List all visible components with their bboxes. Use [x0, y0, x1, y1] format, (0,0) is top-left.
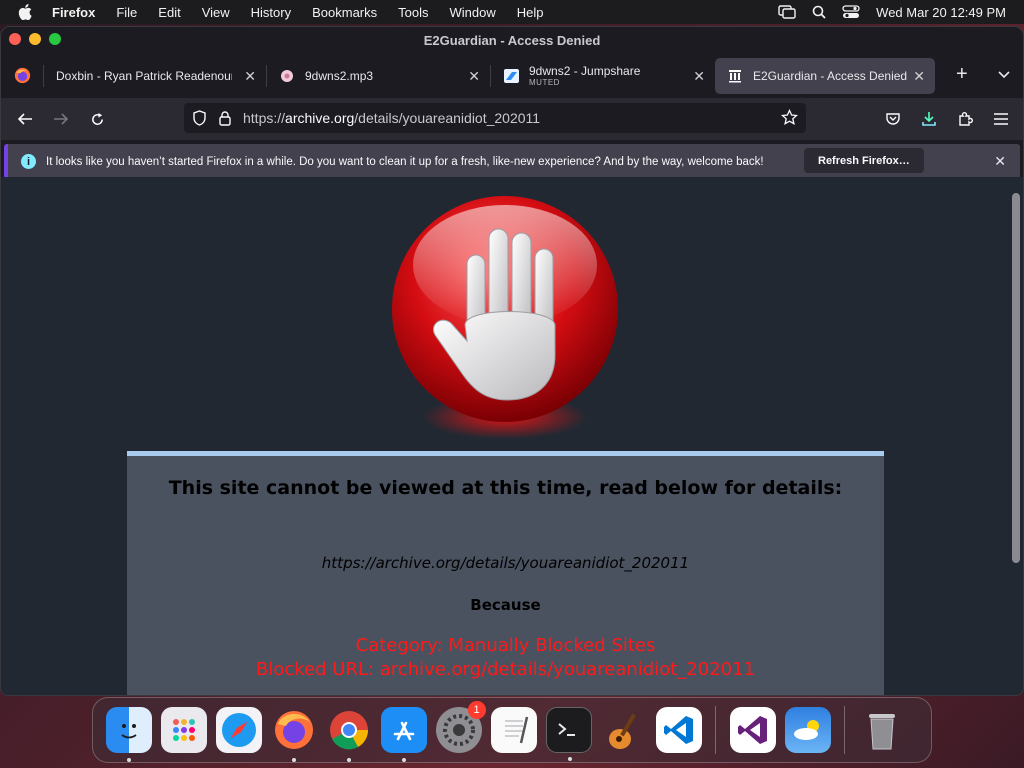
jumpshare-icon	[503, 68, 519, 84]
menu-app-name[interactable]: Firefox	[52, 5, 95, 20]
tab-title: E2Guardian - Access Denied	[753, 68, 908, 83]
close-tab-icon[interactable]: ✕	[244, 68, 256, 85]
firefox-view-button[interactable]	[1, 67, 43, 84]
extensions-puzzle-icon[interactable]	[955, 109, 975, 129]
because-label: Because	[470, 596, 541, 614]
blocked-url: https://archive.org/details/youareanidio…	[321, 554, 690, 572]
window-titlebar: E2Guardian - Access Denied	[1, 27, 1023, 53]
notification-message: It looks like you haven’t started Firefo…	[46, 155, 764, 168]
tab-jumpshare[interactable]: 9dwns2 - Jumpshare MUTED ✕	[491, 58, 715, 94]
dock-app-store-icon[interactable]	[380, 707, 427, 762]
page-content: This site cannot be viewed at this time,…	[1, 177, 1023, 695]
menu-tools[interactable]: Tools	[398, 5, 428, 20]
control-center-icon[interactable]	[842, 5, 860, 19]
minimize-window-button[interactable]	[29, 33, 41, 45]
new-tab-plus-icon[interactable]: +	[956, 64, 968, 84]
menu-help[interactable]: Help	[517, 5, 544, 20]
url-text[interactable]: https://archive.org/details/youareanidio…	[243, 110, 540, 126]
list-all-tabs-chevron-icon[interactable]	[997, 67, 1011, 85]
menu-window[interactable]: Window	[450, 5, 496, 20]
close-tab-icon[interactable]: ✕	[913, 68, 925, 85]
dock-divider	[844, 706, 845, 754]
dock-divider	[715, 706, 716, 754]
macos-menu-bar: Firefox File Edit View History Bookmarks…	[0, 0, 1024, 24]
dock-chrome-icon[interactable]	[326, 707, 372, 762]
tab-title: Doxbin - Ryan Patrick Readenour - ...	[56, 68, 232, 83]
reload-icon[interactable]	[87, 109, 107, 129]
menu-edit[interactable]: Edit	[158, 5, 180, 20]
dock-finder-icon[interactable]	[105, 707, 152, 762]
hamburger-menu-icon[interactable]	[991, 109, 1011, 129]
menu-history[interactable]: History	[251, 5, 291, 20]
zoom-window-button[interactable]	[49, 33, 61, 45]
block-details-panel: This site cannot be viewed at this time,…	[127, 451, 884, 695]
stop-hand-icon	[392, 196, 618, 439]
notification-badge: 1	[467, 701, 486, 719]
archive-org-icon	[727, 68, 743, 84]
block-reason: Category: Manually Blocked Sites Blocked…	[127, 634, 884, 682]
url-scheme: https://	[243, 110, 286, 126]
dock-system-settings-icon[interactable]: 1	[435, 701, 486, 753]
dock-terminal-icon[interactable]	[545, 707, 592, 761]
window-controls	[9, 33, 69, 45]
menu-view[interactable]: View	[202, 5, 230, 20]
running-indicator	[291, 758, 296, 762]
forward-arrow-icon[interactable]	[51, 109, 71, 129]
dock-firefox-icon[interactable]	[271, 707, 317, 762]
running-indicator	[346, 758, 351, 762]
url-bar[interactable]: https://archive.org/details/youareanidio…	[184, 103, 806, 133]
tab-title: 9dwns2.mp3	[305, 68, 374, 83]
close-tab-icon[interactable]: ✕	[468, 68, 480, 85]
firefox-window: E2Guardian - Access Denied Doxbin - Ryan…	[0, 26, 1024, 696]
tab-strip: Doxbin - Ryan Patrick Readenour - ... ✕ …	[1, 53, 1023, 98]
running-indicator	[126, 758, 131, 762]
block-headline: This site cannot be viewed at this time,…	[168, 477, 843, 499]
close-notification-icon[interactable]: ✕	[994, 153, 1006, 170]
tab-title: 9dwns2 - Jumpshare	[529, 64, 641, 78]
dock-garageband-icon[interactable]	[601, 707, 647, 753]
running-indicator	[567, 757, 572, 761]
close-window-button[interactable]	[9, 33, 21, 45]
dock-visual-studio-icon[interactable]	[729, 707, 776, 753]
tab-muted-label[interactable]: MUTED	[529, 78, 640, 87]
menu-bar-clock[interactable]: Wed Mar 20 12:49 PM	[876, 5, 1006, 20]
downloads-icon[interactable]	[919, 109, 939, 129]
url-domain: archive.org	[285, 110, 355, 126]
url-path: /details/youareanidiot_202011	[354, 110, 541, 126]
audio-file-icon	[279, 68, 295, 84]
padlock-icon[interactable]	[219, 110, 231, 126]
back-arrow-icon[interactable]	[15, 109, 35, 129]
spotlight-search-icon[interactable]	[812, 5, 826, 19]
window-title: E2Guardian - Access Denied	[423, 32, 601, 48]
close-tab-icon[interactable]: ✕	[693, 68, 705, 85]
screen-mirroring-icon[interactable]	[778, 5, 796, 19]
tab-title-group: 9dwns2 - Jumpshare MUTED	[529, 64, 640, 87]
block-category: Category: Manually Blocked Sites	[355, 635, 656, 656]
pocket-icon[interactable]	[883, 109, 903, 129]
tab-e2guardian-active[interactable]: E2Guardian - Access Denied ✕	[715, 57, 935, 94]
info-icon: i	[21, 154, 36, 169]
dock-vscode-icon[interactable]	[655, 707, 702, 753]
dock-safari-icon[interactable]	[215, 707, 262, 753]
tracking-protection-shield-icon[interactable]	[192, 110, 207, 126]
apple-menu-icon[interactable]	[18, 4, 36, 20]
menu-bookmarks[interactable]: Bookmarks	[312, 5, 377, 20]
refresh-firefox-button[interactable]: Refresh Firefox…	[804, 148, 924, 173]
dock-trash-icon[interactable]	[859, 707, 905, 753]
running-indicator	[401, 758, 406, 762]
dock-launchpad-icon[interactable]	[160, 707, 207, 753]
block-url-line: Blocked URL: archive.org/details/youarea…	[256, 659, 755, 680]
tab-9dwns2-mp3[interactable]: 9dwns2.mp3 ✕	[267, 58, 490, 94]
navigation-toolbar: https://archive.org/details/youareanidio…	[1, 98, 1023, 140]
bookmark-star-icon[interactable]	[780, 108, 799, 129]
menu-file[interactable]: File	[116, 5, 137, 20]
dock-textedit-icon[interactable]	[490, 707, 537, 753]
page-scrollbar[interactable]	[1012, 193, 1020, 563]
refresh-firefox-notification: i It looks like you haven’t started Fire…	[4, 144, 1020, 179]
tab-doxbin[interactable]: Doxbin - Ryan Patrick Readenour - ... ✕	[44, 58, 266, 94]
macos-dock: 1	[92, 697, 932, 763]
dock-weather-icon[interactable]	[784, 707, 831, 753]
